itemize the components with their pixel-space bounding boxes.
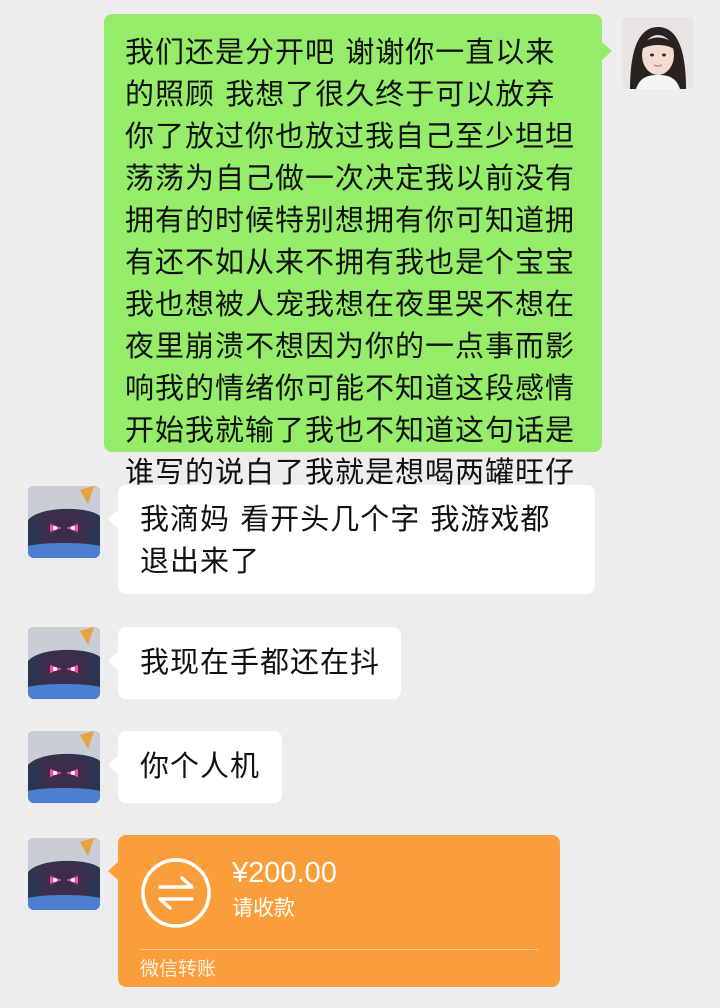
- sent-message-text: 我们还是分开吧 谢谢你一直以来的照顾 我想了很久终于可以放弃你了放过你也放过我自…: [125, 35, 576, 531]
- contact-avatar[interactable]: [28, 838, 100, 910]
- contact-avatar[interactable]: [28, 731, 100, 803]
- received-bubble-tail: [108, 756, 118, 774]
- transfer-card[interactable]: ¥200.00 请收款 微信转账: [118, 835, 560, 987]
- received-bubble-tail: [108, 652, 118, 670]
- transfer-subtitle: 请收款: [232, 896, 295, 920]
- transfer-bubble-tail: [108, 862, 118, 880]
- received-message-text: 我现在手都还在抖: [140, 645, 381, 679]
- chat-view: 我们还是分开吧 谢谢你一直以来的照顾 我想了很久终于可以放弃你了放过你也放过我自…: [0, 0, 720, 1008]
- transfer-footer-label: 微信转账: [140, 958, 217, 980]
- received-message-bubble[interactable]: 你个人机: [118, 731, 282, 803]
- received-bubble-tail: [108, 510, 118, 528]
- received-message-bubble[interactable]: 我滴妈 看开头几个字 我游戏都退出来了: [118, 485, 595, 594]
- contact-avatar[interactable]: [28, 486, 100, 558]
- received-message-text: 我滴妈 看开头几个字 我游戏都退出来了: [140, 502, 551, 578]
- sent-bubble-tail: [602, 42, 612, 60]
- transfer-amount: ¥200.00: [232, 857, 337, 889]
- sent-message-bubble[interactable]: 我们还是分开吧 谢谢你一直以来的照顾 我想了很久终于可以放弃你了放过你也放过我自…: [104, 14, 602, 531]
- self-avatar[interactable]: [622, 17, 694, 89]
- transfer-arrows-icon: [140, 857, 212, 929]
- received-message-bubble[interactable]: 我现在手都还在抖: [118, 627, 401, 699]
- contact-avatar[interactable]: [28, 627, 100, 699]
- received-message-text: 你个人机: [140, 749, 261, 783]
- transfer-divider: [140, 949, 538, 950]
